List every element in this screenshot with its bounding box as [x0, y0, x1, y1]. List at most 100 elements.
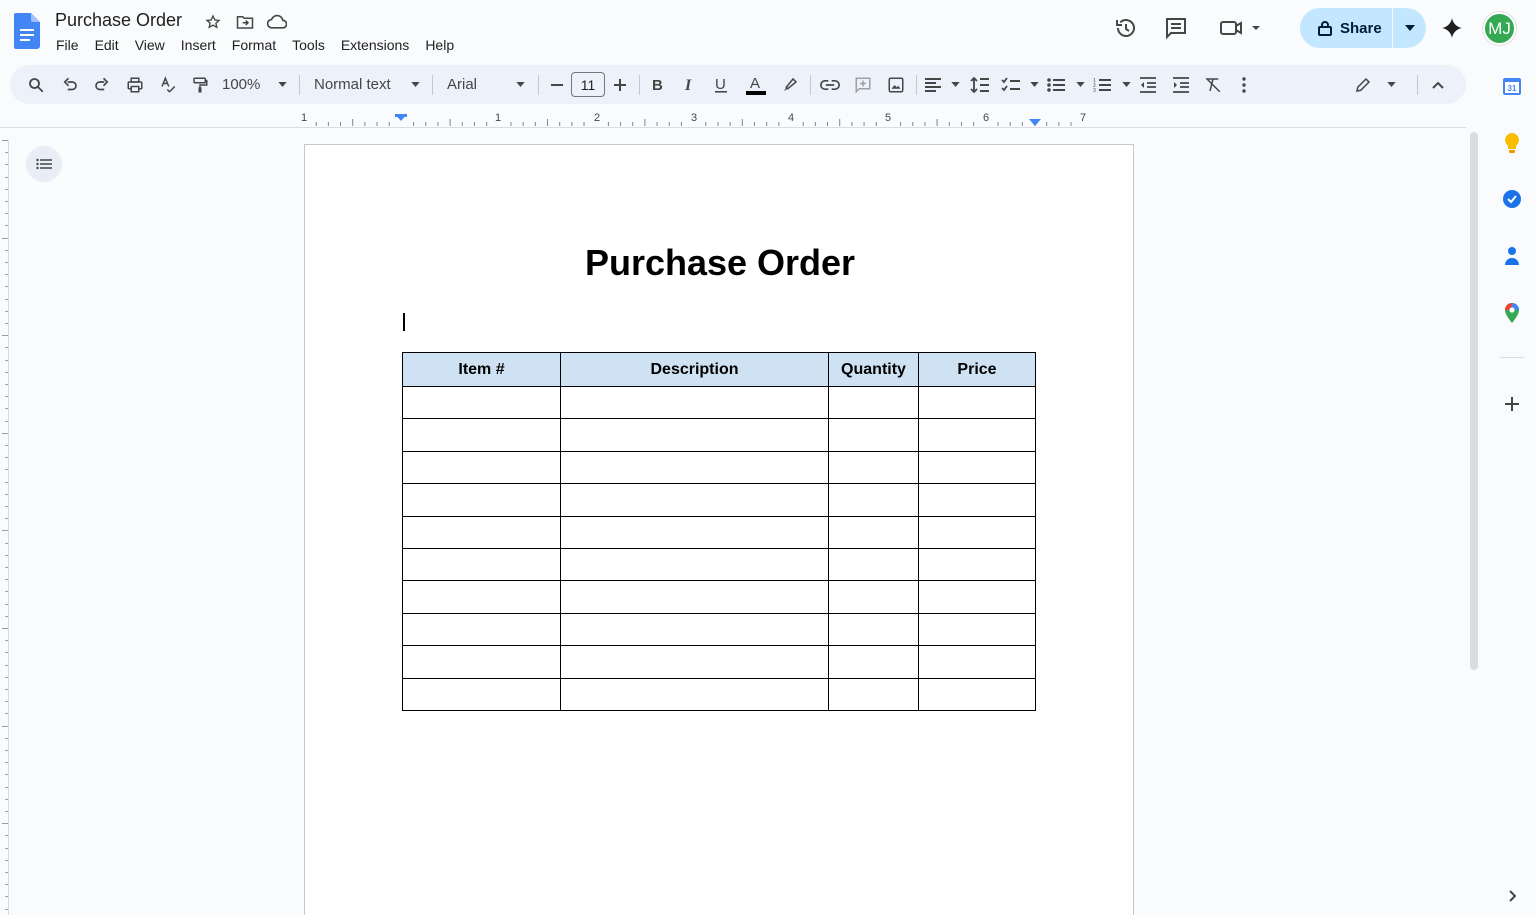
table-header-cell[interactable]: Description — [560, 352, 829, 387]
table-cell[interactable] — [918, 580, 1036, 614]
table-cell[interactable] — [828, 515, 919, 549]
table-cell[interactable] — [560, 515, 829, 549]
share-dropdown-button[interactable] — [1393, 8, 1426, 48]
clear-formatting-button[interactable] — [1201, 72, 1225, 97]
table-cell[interactable] — [402, 450, 561, 485]
table-cell[interactable] — [828, 385, 919, 420]
table-cell[interactable] — [560, 450, 829, 485]
move-folder-icon[interactable] — [235, 12, 255, 32]
bulleted-list-button[interactable] — [1047, 72, 1085, 97]
chevron-right-icon[interactable] — [1500, 884, 1524, 908]
menu-help[interactable]: Help — [417, 36, 462, 56]
star-icon[interactable] — [203, 12, 223, 32]
horizontal-ruler[interactable]: 1 1 2 3 4 5 6 7 — [300, 110, 1138, 128]
insert-link-button[interactable] — [818, 72, 842, 97]
increase-indent-button[interactable] — [1169, 72, 1193, 97]
contacts-icon[interactable] — [1500, 244, 1524, 268]
font-size-input[interactable]: 11 — [571, 72, 605, 97]
table-cell[interactable] — [402, 418, 561, 452]
highlight-color-button[interactable] — [778, 72, 802, 97]
menu-view[interactable]: View — [127, 36, 173, 56]
vertical-ruler[interactable] — [0, 140, 9, 915]
keep-icon[interactable] — [1500, 131, 1524, 155]
table-cell[interactable] — [918, 677, 1036, 711]
table-cell[interactable] — [402, 547, 561, 582]
calendar-icon[interactable]: 31 — [1500, 74, 1524, 98]
document-heading[interactable]: Purchase Order — [305, 242, 1135, 284]
first-line-indent-marker[interactable] — [395, 114, 407, 117]
menu-extensions[interactable]: Extensions — [333, 36, 417, 56]
table-cell[interactable] — [828, 645, 919, 679]
table-cell[interactable] — [402, 515, 561, 549]
docs-logo-icon[interactable] — [14, 13, 40, 49]
table-cell[interactable] — [828, 612, 919, 647]
tasks-icon[interactable] — [1500, 187, 1524, 211]
print-button[interactable] — [123, 72, 147, 97]
line-spacing-button[interactable] — [968, 72, 992, 97]
table-cell[interactable] — [402, 385, 561, 420]
add-comment-button[interactable] — [851, 72, 875, 97]
menu-insert[interactable]: Insert — [173, 36, 224, 56]
table-cell[interactable] — [560, 677, 829, 711]
bold-button[interactable]: B — [646, 72, 668, 97]
table-header-cell[interactable]: Quantity — [828, 352, 919, 387]
decrease-indent-button[interactable] — [1136, 72, 1160, 97]
comments-button[interactable] — [1162, 14, 1190, 42]
zoom-select[interactable]: 100% — [222, 72, 288, 97]
account-avatar[interactable]: MJ — [1483, 12, 1516, 45]
paint-format-button[interactable] — [188, 72, 212, 97]
table-cell[interactable] — [402, 677, 561, 711]
menu-format[interactable]: Format — [224, 36, 284, 56]
text-color-button[interactable]: A — [744, 72, 768, 97]
menu-tools[interactable]: Tools — [284, 36, 333, 56]
font-select[interactable]: Arial — [447, 72, 525, 97]
version-history-button[interactable] — [1112, 14, 1140, 42]
hide-menus-button[interactable] — [1427, 72, 1449, 97]
table-cell[interactable] — [560, 580, 829, 614]
table-cell[interactable] — [560, 645, 829, 679]
meet-button[interactable] — [1218, 14, 1264, 42]
undo-button[interactable] — [58, 72, 82, 97]
cloud-saved-icon[interactable] — [267, 12, 287, 32]
table-cell[interactable] — [828, 677, 919, 711]
insert-image-button[interactable] — [884, 72, 908, 97]
table-cell[interactable] — [402, 645, 561, 679]
search-menus-button[interactable] — [24, 72, 48, 97]
increase-font-size-button[interactable] — [610, 72, 630, 97]
vertical-scrollbar[interactable] — [1470, 132, 1478, 670]
purchase-order-table[interactable]: Item # Description Quantity Price — [402, 352, 1036, 711]
table-cell[interactable] — [918, 612, 1036, 647]
align-button[interactable] — [924, 72, 960, 97]
table-cell[interactable] — [560, 418, 829, 452]
italic-button[interactable]: I — [678, 72, 700, 97]
table-cell[interactable] — [828, 547, 919, 582]
table-cell[interactable] — [402, 483, 561, 517]
table-header-cell[interactable]: Item # — [402, 352, 561, 387]
table-cell[interactable] — [402, 612, 561, 647]
numbered-list-button[interactable]: 123 — [1093, 72, 1131, 97]
share-button[interactable]: Share — [1300, 8, 1392, 48]
table-cell[interactable] — [560, 612, 829, 647]
add-icon[interactable] — [1500, 392, 1524, 416]
table-cell[interactable] — [918, 418, 1036, 452]
menu-file[interactable]: File — [48, 36, 87, 56]
table-cell[interactable] — [828, 580, 919, 614]
menu-edit[interactable]: Edit — [87, 36, 127, 56]
table-cell[interactable] — [560, 483, 829, 517]
table-cell[interactable] — [402, 580, 561, 614]
more-options-button[interactable] — [1234, 72, 1254, 97]
gemini-button[interactable] — [1438, 14, 1466, 42]
table-cell[interactable] — [560, 385, 829, 420]
table-cell[interactable] — [918, 645, 1036, 679]
table-cell[interactable] — [828, 483, 919, 517]
table-cell[interactable] — [560, 547, 829, 582]
right-indent-marker[interactable] — [1029, 119, 1041, 126]
redo-button[interactable] — [90, 72, 114, 97]
table-cell[interactable] — [918, 515, 1036, 549]
table-header-cell[interactable]: Price — [918, 352, 1036, 387]
maps-icon[interactable] — [1500, 301, 1524, 325]
document-outline-button[interactable] — [26, 146, 62, 182]
document-page[interactable]: Purchase Order Item # Description Quanti… — [304, 144, 1134, 915]
decrease-font-size-button[interactable] — [547, 72, 567, 97]
table-cell[interactable] — [918, 483, 1036, 517]
